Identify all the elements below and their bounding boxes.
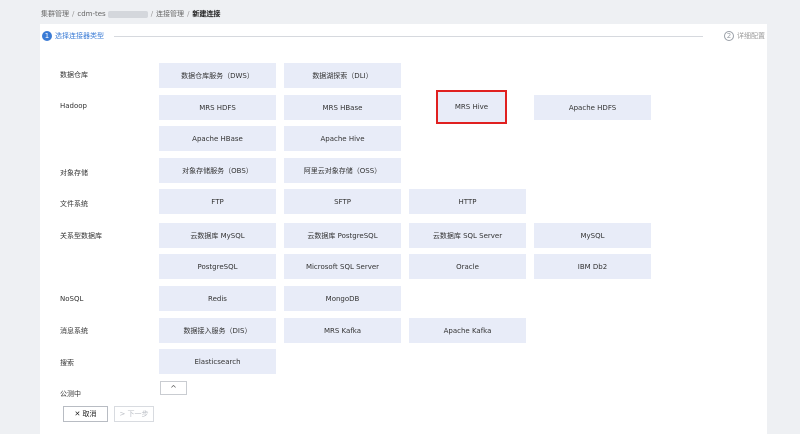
option-sftp[interactable]: SFTP: [284, 189, 401, 214]
option-mysql[interactable]: MySQL: [534, 223, 651, 248]
category-object-storage: 对象存储: [60, 169, 88, 177]
breadcrumb-separator: /: [187, 10, 190, 18]
option-mrs-hdfs[interactable]: MRS HDFS: [159, 95, 276, 120]
step-connector-line: [114, 36, 703, 37]
category-nosql: NoSQL: [60, 295, 84, 303]
option-postgresql[interactable]: PostgreSQL: [159, 254, 276, 279]
option-ftp[interactable]: FTP: [159, 189, 276, 214]
option-oss[interactable]: 阿里云对象存储（OSS）: [284, 158, 401, 183]
step-1-label: 选择连接器类型: [55, 32, 104, 40]
option-apache-hdfs[interactable]: Apache HDFS: [534, 95, 651, 120]
option-mrs-hive[interactable]: MRS Hive: [436, 90, 507, 124]
breadcrumb: 集群管理 / cdm-tes / 连接管理 / 新建连接: [41, 9, 220, 19]
step-1-number: 1: [42, 31, 52, 41]
option-redis[interactable]: Redis: [159, 286, 276, 311]
main-panel: 1 选择连接器类型 2 详细配置: [40, 24, 767, 434]
category-messaging: 消息系统: [60, 327, 88, 335]
option-mssql[interactable]: Microsoft SQL Server: [284, 254, 401, 279]
category-hadoop: Hadoop: [60, 102, 88, 110]
category-relational-db: 关系型数据库: [60, 232, 102, 240]
option-mongodb[interactable]: MongoDB: [284, 286, 401, 311]
breadcrumb-current: 新建连接: [192, 10, 221, 18]
option-apache-kafka[interactable]: Apache Kafka: [409, 318, 526, 343]
chevron-up-icon: ^: [170, 383, 177, 393]
option-cloud-sqlserver[interactable]: 云数据库 SQL Server: [409, 223, 526, 248]
option-mrs-hbase[interactable]: MRS HBase: [284, 95, 401, 120]
next-step-button[interactable]: > 下一步: [114, 406, 154, 422]
step-1: 1 选择连接器类型: [42, 31, 104, 41]
breadcrumb-cluster-management[interactable]: 集群管理: [41, 9, 69, 19]
option-oracle[interactable]: Oracle: [409, 254, 526, 279]
category-public-beta: 公测中: [60, 390, 81, 398]
option-apache-hive[interactable]: Apache Hive: [284, 126, 401, 151]
step-2-label: 详细配置: [737, 32, 765, 40]
step-2-number: 2: [724, 31, 734, 41]
option-dws[interactable]: 数据仓库服务（DWS）: [159, 63, 276, 88]
option-dli[interactable]: 数据湖探索（DLI）: [284, 63, 401, 88]
category-data-warehouse: 数据仓库: [60, 71, 88, 79]
option-elasticsearch[interactable]: Elasticsearch: [159, 349, 276, 374]
option-ibm-db2[interactable]: IBM Db2: [534, 254, 651, 279]
breadcrumb-link-management[interactable]: 连接管理: [156, 9, 184, 19]
option-cloud-mysql[interactable]: 云数据库 MySQL: [159, 223, 276, 248]
breadcrumb-cluster-name[interactable]: cdm-tes: [77, 10, 105, 18]
collapse-button[interactable]: ^: [160, 381, 187, 395]
option-mrs-kafka[interactable]: MRS Kafka: [284, 318, 401, 343]
cancel-button[interactable]: ✕ 取消: [63, 406, 108, 422]
option-cloud-postgresql[interactable]: 云数据库 PostgreSQL: [284, 223, 401, 248]
category-file-system: 文件系统: [60, 200, 88, 208]
option-obs[interactable]: 对象存储服务（OBS）: [159, 158, 276, 183]
breadcrumb-separator: /: [72, 10, 75, 18]
category-search: 搜索: [60, 359, 74, 367]
option-apache-hbase[interactable]: Apache HBase: [159, 126, 276, 151]
step-2: 2 详细配置: [724, 31, 765, 41]
breadcrumb-separator: /: [150, 10, 154, 18]
option-http[interactable]: HTTP: [409, 189, 526, 214]
option-dis[interactable]: 数据接入服务（DIS）: [159, 318, 276, 343]
step-indicator: 1 选择连接器类型 2 详细配置: [42, 31, 765, 43]
redacted-text: [107, 10, 148, 18]
